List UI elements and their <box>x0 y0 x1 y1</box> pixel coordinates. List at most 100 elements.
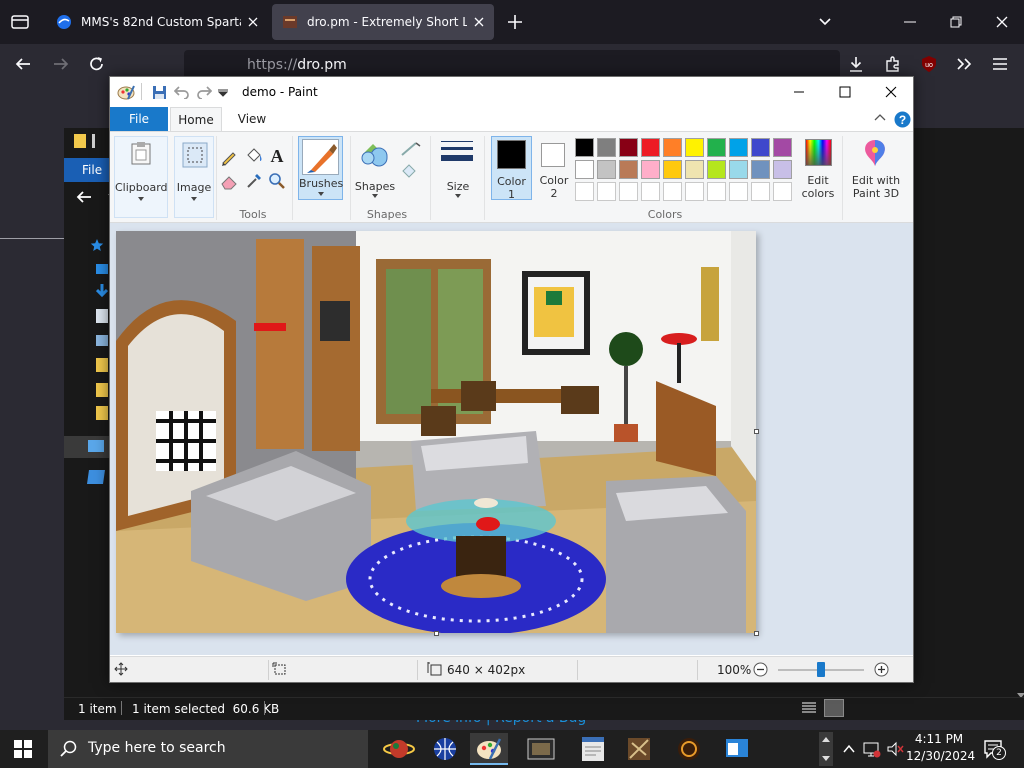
downloads-icon[interactable] <box>847 55 865 73</box>
size-button[interactable]: Size <box>436 136 480 202</box>
palette-color-swatch[interactable] <box>729 138 748 157</box>
close-tab-icon[interactable] <box>246 15 260 29</box>
network-status-icon[interactable] <box>863 740 881 758</box>
close-window-icon[interactable] <box>994 14 1010 30</box>
palette-color-swatch[interactable] <box>663 160 682 179</box>
palette-color-swatch[interactable] <box>641 138 660 157</box>
palette-color-swatch[interactable] <box>729 160 748 179</box>
explorer-file-menu[interactable]: File <box>64 158 110 182</box>
windows-start-icon[interactable] <box>14 740 32 758</box>
palette-custom-slot[interactable] <box>729 182 748 201</box>
outline-icon[interactable] <box>400 140 422 158</box>
palette-color-swatch[interactable] <box>773 160 792 179</box>
taskbar-app-globe-icon[interactable] <box>426 733 464 765</box>
extensions-icon[interactable] <box>884 55 902 73</box>
edit-with-paint3d-button[interactable]: Edit with Paint 3D <box>846 136 906 204</box>
color-picker-icon[interactable] <box>245 172 263 190</box>
back-arrow-icon[interactable] <box>76 190 92 204</box>
eraser-icon[interactable] <box>220 174 238 190</box>
palette-color-swatch[interactable] <box>751 160 770 179</box>
palette-custom-slot[interactable] <box>707 182 726 201</box>
reload-icon[interactable] <box>88 55 106 73</box>
pencil-icon[interactable] <box>220 148 238 166</box>
image-button[interactable]: Image <box>174 136 214 218</box>
zoom-in-icon[interactable] <box>874 662 889 677</box>
edit-colors-button[interactable]: Edit colors <box>800 136 836 202</box>
palette-custom-slot[interactable] <box>773 182 792 201</box>
resize-handle[interactable] <box>754 429 759 434</box>
quick-access-star-icon[interactable] <box>90 238 104 252</box>
palette-color-swatch[interactable] <box>619 138 638 157</box>
clock-date[interactable]: 12/30/2024 <box>906 749 975 763</box>
fill-bucket-icon[interactable] <box>244 146 264 166</box>
palette-custom-slot[interactable] <box>619 182 638 201</box>
palette-color-swatch[interactable] <box>773 138 792 157</box>
palette-color-swatch[interactable] <box>641 160 660 179</box>
taskbar-app-paint-icon[interactable] <box>470 733 508 765</box>
color2-button[interactable]: Color 2 <box>536 136 572 200</box>
taskbar-app-planet-icon[interactable] <box>380 733 418 765</box>
zoom-out-icon[interactable] <box>753 662 768 677</box>
close-tab-icon[interactable] <box>472 15 486 29</box>
taskbar-search-box[interactable]: Type here to search <box>48 730 368 768</box>
url-text[interactable]: https://dro.pm <box>247 57 347 73</box>
taskbar-app-notepad-icon[interactable] <box>574 733 612 765</box>
save-icon[interactable] <box>152 85 167 100</box>
palette-color-swatch[interactable] <box>597 160 616 179</box>
shapes-button[interactable]: Shapes <box>355 136 395 200</box>
brushes-button[interactable]: Brushes <box>298 136 343 200</box>
taskbar-app-game-icon[interactable] <box>620 733 658 765</box>
palette-custom-slot[interactable] <box>663 182 682 201</box>
resize-handle[interactable] <box>754 631 759 636</box>
undo-icon[interactable] <box>174 85 190 99</box>
palette-color-swatch[interactable] <box>619 160 638 179</box>
color1-button[interactable]: Color 1 <box>491 136 532 201</box>
more-tools-chevrons-icon[interactable] <box>955 56 973 72</box>
tab-home[interactable]: Home <box>170 107 222 131</box>
minimize-icon[interactable] <box>902 14 918 30</box>
minimize-button[interactable] <box>776 77 822 107</box>
taskbar-scroll-button[interactable] <box>819 732 833 766</box>
text-icon[interactable]: A <box>268 145 286 165</box>
fill-icon[interactable] <box>400 162 422 180</box>
tray-chevron-up-icon[interactable] <box>842 742 856 754</box>
palette-color-swatch[interactable] <box>685 138 704 157</box>
clipboard-button[interactable]: Clipboard <box>114 136 168 218</box>
tab-file[interactable]: File <box>110 107 168 131</box>
details-view-icon[interactable] <box>802 702 816 714</box>
help-icon[interactable]: ? <box>894 111 911 128</box>
minimize-ribbon-icon[interactable] <box>874 112 886 122</box>
large-icons-view-icon[interactable] <box>824 699 844 717</box>
palette-color-swatch[interactable] <box>663 138 682 157</box>
palette-color-swatch[interactable] <box>597 138 616 157</box>
list-tabs-chevron-icon[interactable] <box>817 14 833 30</box>
taskbar-app-window-icon[interactable] <box>718 733 756 765</box>
desktop-icon[interactable] <box>96 264 108 274</box>
tab-mms[interactable]: MMS's 82nd Custom Sparta Som <box>46 4 268 40</box>
documents-icon[interactable] <box>96 309 108 323</box>
pictures-icon[interactable] <box>96 335 108 346</box>
palette-color-swatch[interactable] <box>685 160 704 179</box>
quick-access-customize-icon[interactable] <box>218 89 228 97</box>
canvas-image[interactable] <box>116 231 756 633</box>
hamburger-menu-icon[interactable] <box>991 56 1009 72</box>
firefox-view-icon[interactable] <box>10 12 30 32</box>
palette-custom-slot[interactable] <box>751 182 770 201</box>
volume-muted-icon[interactable] <box>886 740 904 758</box>
forward-icon[interactable] <box>52 56 70 72</box>
clock-time[interactable]: 4:11 PM <box>910 732 968 746</box>
palette-color-swatch[interactable] <box>575 160 594 179</box>
tab-view[interactable]: View <box>228 107 276 131</box>
palette-color-swatch[interactable] <box>751 138 770 157</box>
taskbar-app-film-icon[interactable] <box>522 733 560 765</box>
palette-color-swatch[interactable] <box>575 138 594 157</box>
redo-icon[interactable] <box>196 85 212 99</box>
palette-custom-slot[interactable] <box>575 182 594 201</box>
folder-icon[interactable] <box>96 406 108 420</box>
this-pc-item[interactable] <box>64 436 110 458</box>
network-icon[interactable] <box>87 470 105 484</box>
new-tab-icon[interactable] <box>506 13 524 31</box>
folder-icon[interactable] <box>96 383 108 397</box>
taskbar-app-orb-icon[interactable] <box>670 733 708 765</box>
restore-icon[interactable] <box>948 14 964 30</box>
